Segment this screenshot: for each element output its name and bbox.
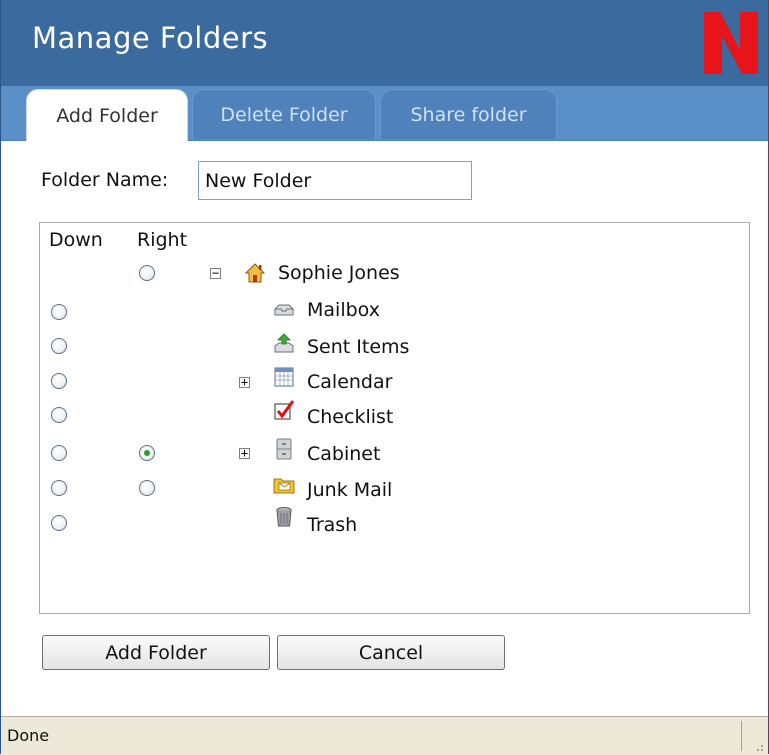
resize-grip-icon[interactable] xyxy=(752,740,764,752)
down-radio-calendar[interactable] xyxy=(51,373,67,389)
tab-add-folder[interactable]: Add Folder xyxy=(26,89,188,141)
folder-label-junk-mail[interactable]: Junk Mail xyxy=(307,479,392,501)
expand-cabinet[interactable]: + xyxy=(239,447,250,459)
down-radio-mailbox[interactable] xyxy=(51,304,67,320)
tab-add-folder-label: Add Folder xyxy=(56,104,158,127)
down-radio-cabinet[interactable] xyxy=(51,445,67,461)
folder-label-trash[interactable]: Trash xyxy=(307,514,357,536)
folder-label-sent-items[interactable]: Sent Items xyxy=(307,336,409,358)
tab-delete-folder-label: Delete Folder xyxy=(220,103,348,126)
title-bar: Manage Folders xyxy=(1,0,768,86)
sent-items-icon xyxy=(274,333,294,353)
down-radio-junk-mail[interactable] xyxy=(51,480,67,496)
junk-mail-icon xyxy=(273,478,295,494)
folder-label-checklist[interactable]: Checklist xyxy=(307,406,393,428)
checklist-icon xyxy=(274,400,295,420)
right-radio-sophie-jones[interactable] xyxy=(139,265,155,281)
cabinet-icon xyxy=(276,438,292,460)
down-radio-checklist[interactable] xyxy=(51,407,67,423)
column-header-down: Down xyxy=(49,229,103,251)
home-icon xyxy=(244,263,266,283)
tab-delete-folder[interactable]: Delete Folder xyxy=(192,89,376,139)
collapse-sophie-jones[interactable]: − xyxy=(210,267,221,279)
folder-label-cabinet[interactable]: Cabinet xyxy=(307,443,380,465)
folder-label-sophie-jones[interactable]: Sophie Jones xyxy=(278,262,400,284)
tab-share-folder[interactable]: Share folder xyxy=(380,89,557,139)
folder-label-mailbox[interactable]: Mailbox xyxy=(307,299,380,321)
folder-name-input[interactable] xyxy=(198,161,472,200)
window-title: Manage Folders xyxy=(32,21,269,55)
manage-folders-window: Manage Folders Add Folder Delete Folder … xyxy=(0,0,769,755)
mailbox-icon xyxy=(274,304,294,316)
folder-name-label: Folder Name: xyxy=(41,169,169,191)
status-separator xyxy=(741,721,742,751)
expand-calendar[interactable]: + xyxy=(239,376,250,388)
cancel-button[interactable]: Cancel xyxy=(277,635,505,670)
down-radio-sent-items[interactable] xyxy=(51,338,67,354)
column-header-right: Right xyxy=(137,229,188,251)
tab-bar: Add Folder Delete Folder Share folder xyxy=(1,86,768,141)
status-text: Done xyxy=(7,726,50,745)
folder-label-calendar[interactable]: Calendar xyxy=(307,371,392,393)
status-bar: Done xyxy=(1,716,768,755)
calendar-icon xyxy=(274,367,294,387)
trash-icon xyxy=(276,507,292,527)
novell-logo-icon xyxy=(704,12,758,74)
tab-share-folder-label: Share folder xyxy=(410,103,527,126)
add-folder-button[interactable]: Add Folder xyxy=(42,635,270,670)
right-radio-junk-mail[interactable] xyxy=(139,480,155,496)
down-radio-trash[interactable] xyxy=(51,515,67,531)
right-radio-cabinet[interactable] xyxy=(139,445,155,461)
